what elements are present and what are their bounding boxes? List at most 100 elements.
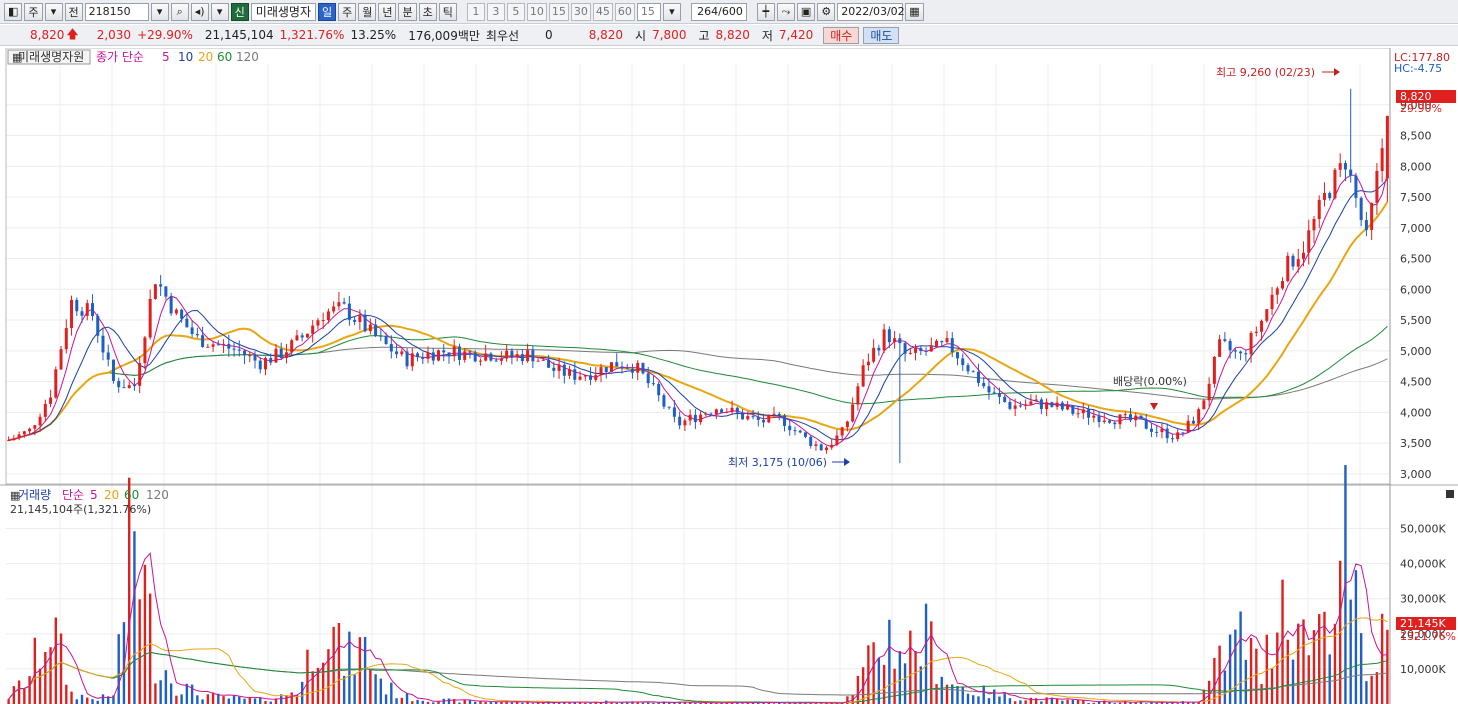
candle-body (358, 315, 362, 322)
interval-input[interactable]: 15 (636, 2, 661, 21)
candle-body (22, 431, 26, 435)
volume-panel-title: 거래량 (18, 488, 51, 502)
candle-body (279, 348, 283, 358)
volume-bar (54, 617, 58, 704)
period-minute[interactable]: 분 (398, 2, 417, 21)
candle-body (573, 369, 577, 380)
candle-body (1060, 402, 1064, 410)
volume-bar (133, 531, 136, 704)
date-input[interactable]: 2022/03/02 (837, 2, 905, 21)
candle-body (515, 354, 519, 358)
candle-body (237, 349, 241, 351)
candle-body (405, 351, 409, 367)
candle-body (300, 335, 304, 338)
candle-body (1307, 230, 1311, 253)
candle-body (117, 380, 121, 388)
volume-bar (248, 697, 251, 704)
hc-label: HC:-4.75 (1394, 62, 1442, 75)
volume-tick-label: 10,000K (1400, 663, 1446, 676)
volume-ma-60: 60 (124, 488, 139, 502)
interval-dropdown-icon[interactable]: ▾ (662, 2, 681, 21)
interval-45[interactable]: 45 (592, 2, 613, 21)
candle-body (295, 335, 299, 341)
candle-body (421, 357, 425, 359)
candle-body (714, 409, 718, 414)
window-icon[interactable]: ◧ (4, 2, 23, 21)
code-dropdown-icon[interactable]: ▾ (150, 2, 169, 21)
candle-body (96, 315, 100, 336)
candle-body (1380, 148, 1384, 172)
period-day[interactable]: 일 (317, 2, 337, 21)
candle-body (316, 320, 320, 326)
volume-ma-120: 120 (146, 488, 169, 502)
quote-high-label: 고 (698, 28, 710, 43)
volume-bar (956, 686, 959, 704)
bar-count-field[interactable]: 264/600 (690, 2, 747, 21)
interval-10[interactable]: 10 (526, 2, 547, 21)
volume-ma60-line (8, 651, 1388, 704)
dropdown-arrow-icon[interactable]: ▾ (44, 2, 63, 21)
candle-body (1144, 419, 1148, 429)
price-tick-label: 6,000 (1400, 283, 1432, 296)
candle-body (1039, 399, 1043, 410)
candle-body (1018, 405, 1022, 407)
volume-bar (1297, 623, 1300, 704)
candle-body (190, 327, 194, 334)
period-tick[interactable]: 틱 (438, 2, 457, 21)
candle-body (562, 364, 566, 376)
volume-bars (7, 465, 1389, 704)
indicator-icon[interactable]: ⤳ (776, 2, 795, 21)
candle-body (615, 362, 619, 367)
period-year[interactable]: 년 (378, 2, 397, 21)
candle-body (1338, 163, 1342, 170)
stock-code-input[interactable]: 218150 (84, 2, 149, 21)
volume-bar (38, 668, 42, 704)
sell-button[interactable]: 매도 (863, 26, 900, 44)
candle-icon[interactable]: ┿ (756, 2, 775, 21)
speaker-icon[interactable]: ◂) (190, 2, 209, 21)
candle-body (169, 296, 173, 314)
shin-badge[interactable]: 신 (230, 2, 249, 21)
volume-bar (311, 671, 314, 704)
interval-60[interactable]: 60 (614, 2, 635, 21)
buy-button[interactable]: 매수 (823, 26, 860, 44)
candle-body (956, 352, 959, 359)
period-week[interactable]: 주 (338, 2, 357, 21)
candle-body (1097, 415, 1101, 423)
volume-bar (1270, 668, 1274, 704)
candle-body (662, 395, 666, 407)
volume-bar (285, 695, 288, 704)
volume-bar (1359, 633, 1363, 704)
interval-5[interactable]: 5 (506, 2, 525, 21)
candle-body (1244, 353, 1248, 355)
quote-close: 8,820 (588, 28, 624, 42)
period-month[interactable]: 월 (358, 2, 377, 21)
volume-tick-label: 40,000K (1400, 558, 1446, 571)
candle-body (830, 444, 834, 448)
candle-body (1239, 351, 1243, 354)
period-second[interactable]: 초 (418, 2, 437, 21)
volume-bar (903, 663, 907, 704)
interval-3[interactable]: 3 (486, 2, 505, 21)
candle-body (1317, 199, 1321, 220)
interval-30[interactable]: 30 (570, 2, 591, 21)
speaker-dropdown-icon[interactable]: ▾ (210, 2, 229, 21)
volume-bar (169, 683, 173, 704)
volume-current-rate-tag: 1321.76% (1400, 630, 1456, 643)
volume-bar (243, 698, 246, 704)
chart-area[interactable]: 9,0008,5008,0007,5007,0006,5006,0005,500… (0, 48, 1458, 704)
calendar-icon[interactable]: ▦ (905, 2, 924, 21)
volume-current-tag: 21,145K (1400, 617, 1446, 630)
interval-15[interactable]: 15 (548, 2, 569, 21)
settings-gear-icon[interactable]: ⚙ (817, 2, 836, 21)
candle-body (1212, 356, 1216, 384)
candle-body (903, 343, 907, 354)
interval-1[interactable]: 1 (466, 2, 485, 21)
search-icon[interactable]: ⌕ (170, 2, 189, 21)
price-ma5-line (8, 173, 1388, 448)
volume-panel-close-icon[interactable] (1446, 490, 1454, 498)
chart-type-prev[interactable]: 전 (64, 2, 83, 21)
chart-type-main[interactable]: 주 (24, 2, 43, 21)
save-icon[interactable]: ▣ (796, 2, 816, 21)
candle-body (840, 427, 844, 436)
